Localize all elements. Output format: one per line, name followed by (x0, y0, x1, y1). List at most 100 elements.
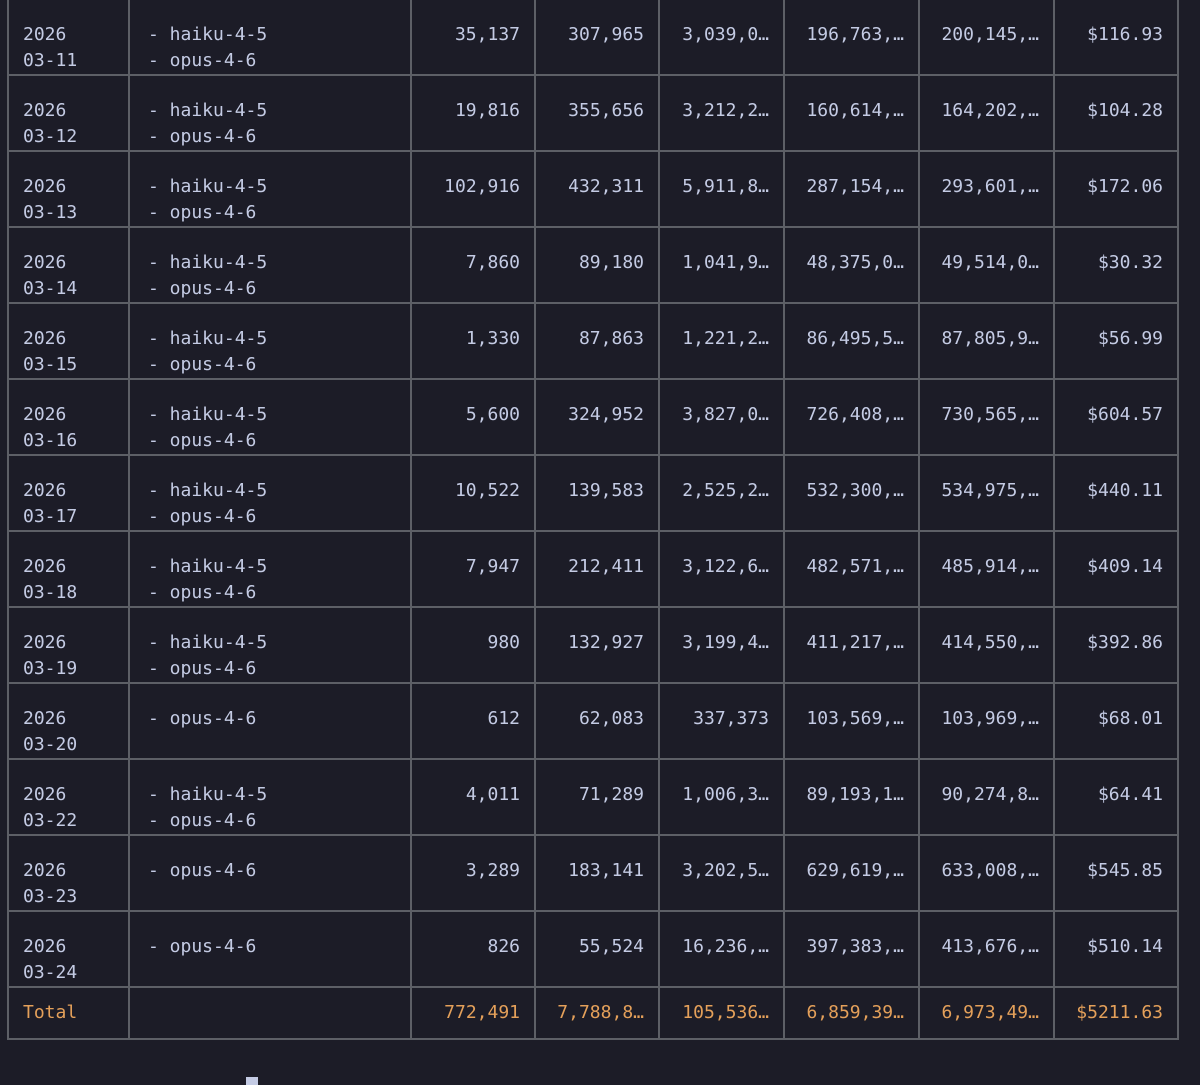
date-cell: 2026 03-20 (7, 682, 130, 760)
model-name: - opus-4-6 (148, 810, 257, 831)
total-row: Total 772,491 7,788,8… 105,536… 6,859,39… 6,9… (7, 986, 1179, 1040)
table-row: 2026 03-20 - opus-4-6 612 62,083 337,373 103,5… (7, 682, 1179, 760)
model-name: - haiku-4-5 (148, 176, 268, 197)
cost-cell: $440.11 (1053, 454, 1179, 532)
cost-cell: $172.06 (1053, 150, 1179, 228)
date-year: 2026 (23, 328, 67, 349)
date-year: 2026 (23, 632, 67, 653)
token-count-cell-4: 86,495,5… (783, 302, 920, 380)
token-count-cell-1: 19,816 (410, 74, 536, 152)
terminal-cursor (246, 1077, 258, 1085)
token-count-cell-5: 49,514,0… (918, 226, 1055, 304)
token-count-cell-5: 90,274,8… (918, 758, 1055, 836)
token-count-cell-4: 411,217,… (783, 606, 920, 684)
date-year: 2026 (23, 936, 67, 957)
model-name: - haiku-4-5 (148, 328, 268, 349)
token-count-cell-5: 164,202,… (918, 74, 1055, 152)
models-cell: - haiku-4-5 - opus-4-6 (128, 530, 412, 608)
token-count-cell-2: 139,583 (534, 454, 660, 532)
table-row: 2026 03-11 - haiku-4-5 - opus-4-6 35,137 307,… (7, 0, 1179, 76)
token-count-cell-3: 5,911,8… (658, 150, 785, 228)
total-token-count-2: 7,788,8… (534, 986, 660, 1040)
cost-cell: $64.41 (1053, 758, 1179, 836)
date-month-day: 03-11 (23, 50, 78, 71)
token-count-cell-3: 3,199,4… (658, 606, 785, 684)
models-cell: - haiku-4-5 - opus-4-6 (128, 74, 412, 152)
date-month-day: 03-23 (23, 886, 78, 907)
date-cell: 2026 03-17 (7, 454, 130, 532)
date-month-day: 03-24 (23, 962, 78, 983)
model-name: - opus-4-6 (148, 860, 257, 881)
cost-cell: $104.28 (1053, 74, 1179, 152)
table-row: 2026 03-15 - haiku-4-5 - opus-4-6 1,330 87,86… (7, 302, 1179, 380)
model-name: - opus-4-6 (148, 126, 257, 147)
table-row: 2026 03-16 - haiku-4-5 - opus-4-6 5,600 324,9… (7, 378, 1179, 456)
date-month-day: 03-20 (23, 734, 78, 755)
token-count-cell-3: 3,827,0… (658, 378, 785, 456)
table-row: 2026 03-18 - haiku-4-5 - opus-4-6 7,947 212,4… (7, 530, 1179, 608)
model-name: - haiku-4-5 (148, 100, 268, 121)
token-count-cell-4: 726,408,… (783, 378, 920, 456)
token-count-cell-1: 7,860 (410, 226, 536, 304)
token-count-cell-1: 4,011 (410, 758, 536, 836)
token-count-cell-5: 485,914,… (918, 530, 1055, 608)
token-count-cell-5: 730,565,… (918, 378, 1055, 456)
date-cell: 2026 03-11 (7, 0, 130, 76)
model-name: - opus-4-6 (148, 708, 257, 729)
model-name: - opus-4-6 (148, 202, 257, 223)
token-count-cell-4: 89,193,1… (783, 758, 920, 836)
cost-cell: $68.01 (1053, 682, 1179, 760)
table-row: 2026 03-19 - haiku-4-5 - opus-4-6 980 132,927… (7, 606, 1179, 684)
token-count-cell-2: 307,965 (534, 0, 660, 76)
token-count-cell-4: 196,763,… (783, 0, 920, 76)
model-name: - opus-4-6 (148, 658, 257, 679)
token-count-cell-5: 633,008,… (918, 834, 1055, 912)
table-row: 2026 03-14 - haiku-4-5 - opus-4-6 7,860 89,18… (7, 226, 1179, 304)
date-year: 2026 (23, 252, 67, 273)
cost-cell: $510.14 (1053, 910, 1179, 988)
token-count-cell-1: 35,137 (410, 0, 536, 76)
total-token-count-3: 105,536… (658, 986, 785, 1040)
token-count-cell-2: 87,863 (534, 302, 660, 380)
token-count-cell-1: 5,600 (410, 378, 536, 456)
token-count-cell-4: 48,375,0… (783, 226, 920, 304)
models-cell: - haiku-4-5 - opus-4-6 (128, 150, 412, 228)
token-count-cell-3: 2,525,2… (658, 454, 785, 532)
token-count-cell-2: 212,411 (534, 530, 660, 608)
models-cell: - opus-4-6 (128, 910, 412, 988)
token-count-cell-4: 397,383,… (783, 910, 920, 988)
date-cell: 2026 03-18 (7, 530, 130, 608)
token-count-cell-2: 432,311 (534, 150, 660, 228)
model-name: - opus-4-6 (148, 50, 257, 71)
token-count-cell-4: 287,154,… (783, 150, 920, 228)
model-name: - opus-4-6 (148, 582, 257, 603)
usage-table: 2026 03-11 - haiku-4-5 - opus-4-6 35,137 307,… (7, 0, 1179, 1040)
token-count-cell-1: 7,947 (410, 530, 536, 608)
model-name: - haiku-4-5 (148, 252, 268, 273)
token-count-cell-1: 10,522 (410, 454, 536, 532)
date-month-day: 03-16 (23, 430, 78, 451)
model-name: - opus-4-6 (148, 430, 257, 451)
model-name: - haiku-4-5 (148, 480, 268, 501)
models-cell: - haiku-4-5 - opus-4-6 (128, 378, 412, 456)
models-cell: - haiku-4-5 - opus-4-6 (128, 302, 412, 380)
date-cell: 2026 03-15 (7, 302, 130, 380)
total-token-count-5: 6,973,49… (918, 986, 1055, 1040)
model-name: - haiku-4-5 (148, 24, 268, 45)
model-name: - opus-4-6 (148, 936, 257, 957)
date-year: 2026 (23, 24, 67, 45)
token-count-cell-2: 355,656 (534, 74, 660, 152)
models-cell: - haiku-4-5 - opus-4-6 (128, 606, 412, 684)
model-name: - opus-4-6 (148, 354, 257, 375)
model-name: - haiku-4-5 (148, 556, 268, 577)
date-cell: 2026 03-19 (7, 606, 130, 684)
date-cell: 2026 03-24 (7, 910, 130, 988)
token-count-cell-3: 16,236,… (658, 910, 785, 988)
cost-cell: $545.85 (1053, 834, 1179, 912)
date-year: 2026 (23, 176, 67, 197)
date-month-day: 03-15 (23, 354, 78, 375)
cost-cell: $392.86 (1053, 606, 1179, 684)
token-count-cell-5: 534,975,… (918, 454, 1055, 532)
table-row: 2026 03-24 - opus-4-6 826 55,524 16,236,… 397,… (7, 910, 1179, 988)
token-count-cell-2: 89,180 (534, 226, 660, 304)
